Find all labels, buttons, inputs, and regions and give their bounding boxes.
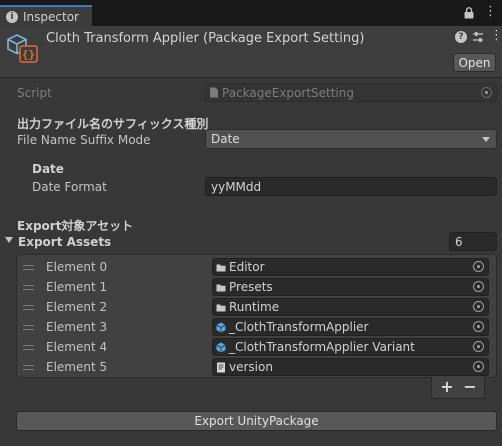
object-picker-icon xyxy=(481,87,492,98)
script-asset-icon: {} xyxy=(7,34,38,63)
drag-handle-icon[interactable] xyxy=(23,265,34,270)
element-label: Element 3 xyxy=(46,320,108,334)
header-title: Cloth Transform Applier (Package Export … xyxy=(46,31,365,46)
element-object-field[interactable]: version xyxy=(212,358,489,376)
list-item: Element 4 _ClothTransformApplier Variant xyxy=(17,337,496,357)
folder-icon xyxy=(216,264,226,271)
element-value: Presets xyxy=(229,280,273,294)
element-value: Editor xyxy=(229,260,265,274)
list-footer: + − xyxy=(431,377,485,399)
element-object-field[interactable]: _ClothTransformApplier Variant xyxy=(212,338,489,356)
drag-handle-icon[interactable] xyxy=(23,325,34,330)
suffix-mode-dropdown[interactable]: Date xyxy=(205,129,497,149)
element-value: version xyxy=(229,360,273,374)
element-object-field[interactable]: Presets xyxy=(212,278,489,296)
script-value: PackageExportSetting xyxy=(222,85,354,100)
add-element-button[interactable]: + xyxy=(438,378,456,396)
array-size-input[interactable]: 6 xyxy=(449,232,497,251)
export-assets-label[interactable]: Export Assets xyxy=(18,235,111,249)
tab-inspector[interactable]: i Inspector xyxy=(0,5,92,26)
suffix-mode-label: File Name Suffix Mode xyxy=(17,133,151,147)
info-icon: i xyxy=(6,10,18,23)
prefab-icon xyxy=(216,322,226,332)
object-picker-icon[interactable] xyxy=(473,321,484,332)
script-object-field: PackageExportSetting xyxy=(205,83,497,102)
lock-icon[interactable] xyxy=(463,7,475,19)
element-label: Element 2 xyxy=(46,300,108,314)
inspector-header: {} Cloth Transform Applier (Package Expo… xyxy=(0,26,502,78)
header-menu-icon[interactable]: ⋮ xyxy=(490,29,502,44)
element-value: _ClothTransformApplier xyxy=(229,320,369,334)
list-item: Element 1 Presets xyxy=(17,277,496,297)
drag-handle-icon[interactable] xyxy=(23,365,34,370)
date-format-label: Date Format xyxy=(32,180,107,194)
export-assets-list: Element 0 Editor Element 1 Presets Eleme… xyxy=(16,254,497,378)
list-item: Element 5 version xyxy=(17,357,496,377)
script-file-icon xyxy=(210,87,218,98)
element-label: Element 0 xyxy=(46,260,108,274)
folder-icon xyxy=(216,284,226,291)
drag-handle-icon[interactable] xyxy=(23,285,34,290)
date-format-input[interactable]: yyMMdd xyxy=(205,177,497,196)
export-unitypackage-button[interactable]: Export UnityPackage xyxy=(16,411,497,431)
folder-icon xyxy=(216,304,226,311)
drag-handle-icon[interactable] xyxy=(23,345,34,350)
element-object-field[interactable]: Runtime xyxy=(212,298,489,316)
foldout-arrow-icon[interactable] xyxy=(5,237,13,243)
export-assets-heading: Export対象アセット xyxy=(17,219,134,233)
date-heading: Date xyxy=(32,162,64,176)
drag-handle-icon[interactable] xyxy=(23,305,34,310)
object-picker-icon[interactable] xyxy=(473,301,484,312)
list-item: Element 0 Editor xyxy=(17,257,496,277)
element-object-field[interactable]: _ClothTransformApplier xyxy=(212,318,489,336)
help-icon[interactable]: ? xyxy=(455,31,467,43)
text-asset-icon xyxy=(217,362,225,372)
element-value: Runtime xyxy=(229,300,280,314)
list-item: Element 3 _ClothTransformApplier xyxy=(17,317,496,337)
object-picker-icon[interactable] xyxy=(473,281,484,292)
element-label: Element 1 xyxy=(46,280,108,294)
svg-text:{}: {} xyxy=(22,48,35,61)
element-value: _ClothTransformApplier Variant xyxy=(229,340,415,354)
prefab-icon xyxy=(216,342,226,352)
element-object-field[interactable]: Editor xyxy=(212,258,489,276)
settings-icon[interactable] xyxy=(471,30,485,44)
remove-element-button[interactable]: − xyxy=(461,378,479,396)
tab-label: Inspector xyxy=(23,9,79,24)
element-label: Element 5 xyxy=(46,360,108,374)
suffix-heading: 出力ファイル名のサフィックス種別 xyxy=(17,117,209,131)
tab-menu-icon[interactable]: ⋮ xyxy=(484,5,497,20)
object-picker-icon[interactable] xyxy=(473,261,484,272)
dropdown-arrow-icon xyxy=(482,137,490,142)
object-picker-icon[interactable] xyxy=(473,341,484,352)
element-label: Element 4 xyxy=(46,340,108,354)
list-item: Element 2 Runtime xyxy=(17,297,496,317)
script-label: Script xyxy=(17,86,52,100)
object-picker-icon[interactable] xyxy=(473,361,484,372)
suffix-mode-value: Date xyxy=(211,132,240,146)
open-button[interactable]: Open xyxy=(453,53,496,72)
